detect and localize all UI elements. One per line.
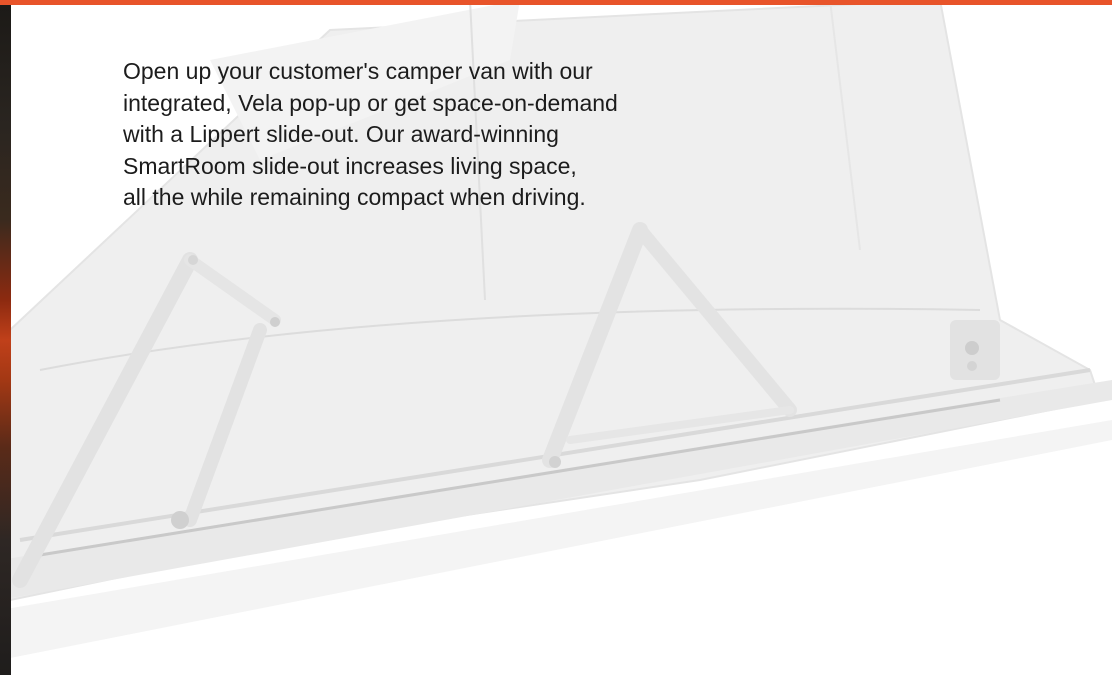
intro-paragraph: Open up your customer's camper van with … — [123, 58, 618, 210]
top-accent-bar — [0, 0, 1112, 5]
left-strut-joint-3 — [188, 255, 198, 265]
hinge-bolt-2 — [967, 361, 977, 371]
left-strut-joint — [270, 317, 280, 327]
page: Open up your customer's camper van with … — [0, 0, 1112, 675]
right-strut-joint — [549, 456, 561, 468]
hinge-bolt — [965, 341, 979, 355]
left-edge-image-strip — [0, 5, 11, 675]
left-strut-joint-2 — [171, 511, 189, 529]
